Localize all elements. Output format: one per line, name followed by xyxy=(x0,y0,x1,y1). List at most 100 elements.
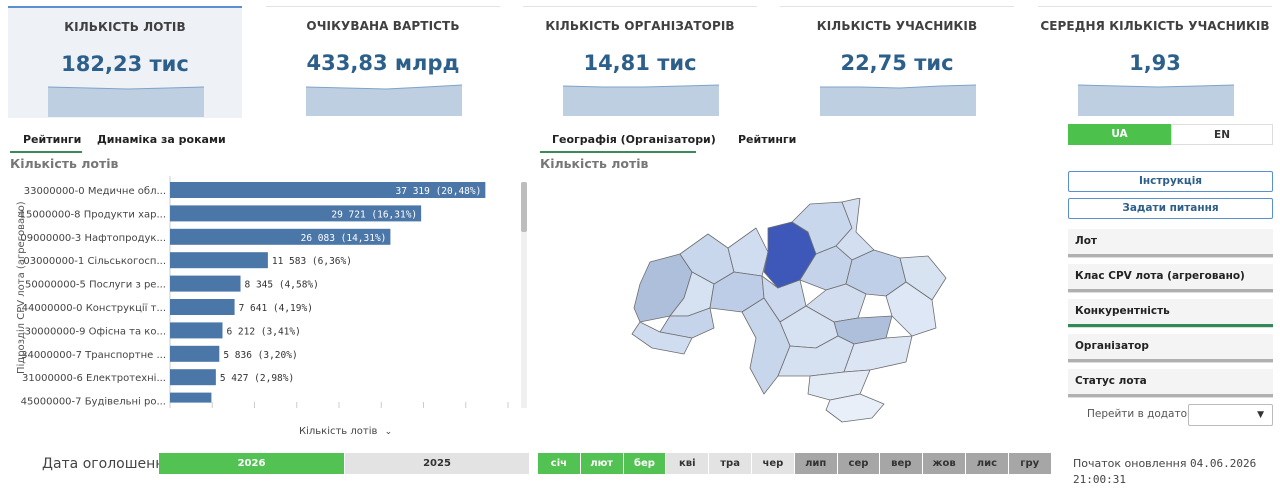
timeline-month-4[interactable]: кві xyxy=(666,453,710,474)
left-section-title: Кількість лотів xyxy=(10,156,119,171)
filter-lot-status[interactable]: Статус лота xyxy=(1068,369,1273,398)
kpi-participants-card[interactable]: КІЛЬКІСТЬ УЧАСНИКІВ 22,75 тис xyxy=(780,6,1014,118)
data-label: 26 083 (14,31%) xyxy=(301,233,387,244)
bar[interactable] xyxy=(170,322,223,339)
tab-active-indicator xyxy=(10,151,82,153)
timeline-month-8[interactable]: сер xyxy=(837,453,881,474)
category-label: 50000000-5 Послуги з ре... xyxy=(25,280,166,291)
filter-lot[interactable]: Лот xyxy=(1068,229,1273,258)
tab-ratings-right[interactable]: Рейтинги xyxy=(738,133,796,146)
data-label: 6 212 (3,41%) xyxy=(226,326,300,337)
bar[interactable] xyxy=(170,369,216,386)
filter-cpv-class[interactable]: Клас CPV лота (агреговано) xyxy=(1068,264,1273,293)
kpi-lots-card[interactable]: КІЛЬКІСТЬ ЛОТІВ 182,23 тис xyxy=(8,6,242,118)
tab-active-indicator xyxy=(540,151,696,153)
category-label: 15000000-8 Продукти хар... xyxy=(20,209,166,220)
lang-en-button[interactable]: EN xyxy=(1171,124,1273,145)
kpi-organizers-card[interactable]: КІЛЬКІСТЬ ОРГАНІЗАТОРІВ 14,81 тис xyxy=(523,6,757,118)
timeline-year-2025[interactable]: 2025 xyxy=(345,453,530,474)
bar[interactable] xyxy=(170,345,220,362)
data-label: 5 427 (2,98%) xyxy=(220,373,294,384)
filter-label: Клас CPV лота (агреговано) xyxy=(1075,270,1245,282)
timeline-month-10[interactable]: жов xyxy=(923,453,966,474)
lang-ua-button[interactable]: UA xyxy=(1068,124,1171,145)
update-info: Початок оновлення 04.06.2026 21:00:31 xyxy=(1073,456,1273,488)
kpi-title: СЕРЕДНЯ КІЛЬКІСТЬ УЧАСНИКІВ xyxy=(1040,19,1270,33)
kpi-value: 182,23 тис xyxy=(61,52,189,76)
kpi-sparkline xyxy=(306,84,462,116)
category-label: 03000000-1 Сільськогосп... xyxy=(23,255,166,267)
data-label: 37 319 (20,48%) xyxy=(396,186,482,197)
filter-label: Статус лота xyxy=(1075,375,1147,387)
filter-label: Конкурентність xyxy=(1075,305,1170,317)
category-label: 30000000-9 Офісна та ко... xyxy=(25,325,166,337)
dashboard: КІЛЬКІСТЬ ЛОТІВ 182,23 тис ОЧІКУВАНА ВАР… xyxy=(0,0,1280,498)
kpi-sparkline xyxy=(563,84,719,116)
category-label: 45000000-7 Будівельні ро... xyxy=(21,396,166,408)
x-axis-title[interactable]: Кількість лотів ⌄ xyxy=(299,426,392,437)
category-label: 34000000-7 Транспортне ... xyxy=(21,350,166,361)
tab-geography[interactable]: Географія (Організатори) xyxy=(552,133,716,146)
filter-organizer[interactable]: Організатор xyxy=(1068,334,1273,363)
goto-app-select[interactable]: ▼ xyxy=(1188,404,1273,426)
kpi-sparkline xyxy=(48,86,204,117)
kpi-title: КІЛЬКІСТЬ ЛОТІВ xyxy=(64,20,186,34)
bar[interactable] xyxy=(170,299,235,315)
bar-chart: 33000000-0 Медичне обл... 37 319 (20,48%)… xyxy=(20,176,527,408)
bar[interactable] xyxy=(170,252,268,269)
timeline-month-6[interactable]: чер xyxy=(752,453,795,474)
filter-bar xyxy=(1068,359,1273,362)
category-label: 44000000-0 Конструкції т... xyxy=(22,302,166,314)
tab-dynamics[interactable]: Динаміка за роками xyxy=(97,133,226,146)
category-label: 31000000-6 Електротехні... xyxy=(22,372,166,384)
kpi-value: 1,93 xyxy=(1129,51,1181,75)
x-axis-title-text: Кількість лотів xyxy=(299,426,378,437)
ask-question-button[interactable]: Задати питання xyxy=(1068,198,1273,219)
data-label: 8 345 (4,58%) xyxy=(245,280,319,291)
chevron-down-icon: ⌄ xyxy=(384,427,393,437)
kpi-sparkline xyxy=(1078,84,1234,116)
map-region-zhytomyr[interactable] xyxy=(727,227,769,277)
update-time: 21:00:31 xyxy=(1073,473,1126,486)
kpi-value: 433,83 млрд xyxy=(306,51,460,75)
filter-bar xyxy=(1068,324,1273,327)
filter-competitiveness[interactable]: Конкурентність xyxy=(1068,299,1273,328)
timeline-month-11[interactable]: лис xyxy=(966,453,1009,474)
data-label: 29 721 (16,31%) xyxy=(331,209,417,220)
filter-label: Лот xyxy=(1075,235,1098,247)
bar[interactable] xyxy=(170,392,212,403)
timeline-month-9[interactable]: вер xyxy=(880,453,924,474)
right-section-title: Кількість лотів xyxy=(540,156,649,171)
bar[interactable] xyxy=(170,275,241,292)
filter-bar xyxy=(1068,289,1273,292)
caret-down-icon: ▼ xyxy=(1257,410,1264,420)
kpi-avg-participants-card[interactable]: СЕРЕДНЯ КІЛЬКІСТЬ УЧАСНИКІВ 1,93 xyxy=(1038,6,1272,118)
update-label: Початок оновлення xyxy=(1073,457,1187,470)
data-label: 5 836 (3,20%) xyxy=(223,350,297,361)
timeline-label: Дата оголошення xyxy=(42,456,173,472)
timeline-month-12[interactable]: гру xyxy=(1008,453,1052,474)
kpi-value: 22,75 тис xyxy=(840,51,954,75)
timeline-month-3[interactable]: бер xyxy=(623,453,667,474)
kpi-sparkline xyxy=(820,84,976,116)
data-label: 7 641 (4,19%) xyxy=(239,303,313,314)
timeline-month-7[interactable]: лип xyxy=(794,453,838,474)
filter-bar xyxy=(1068,254,1273,257)
timeline-month-1[interactable]: січ xyxy=(538,453,581,474)
goto-app-label: Перейти в додаток xyxy=(1087,408,1194,420)
tab-ratings[interactable]: Рейтинги xyxy=(23,133,81,146)
category-label: 33000000-0 Медичне обл... xyxy=(24,186,166,197)
data-label: 11 583 (6,36%) xyxy=(272,256,352,267)
timeline-month-5[interactable]: тра xyxy=(709,453,752,474)
update-date: 04.06.2026 xyxy=(1189,457,1257,470)
category-label: 09000000-3 Нафтопродук... xyxy=(20,233,166,244)
instruction-button[interactable]: Інструкція xyxy=(1068,171,1273,192)
timeline-year-2026[interactable]: 2026 xyxy=(159,453,345,474)
lang-en-label: EN xyxy=(1214,129,1230,141)
kpi-value-card[interactable]: ОЧІКУВАНА ВАРТІСТЬ 433,83 млрд xyxy=(266,6,500,118)
timeline-month-2[interactable]: лют xyxy=(580,453,624,474)
kpi-value: 14,81 тис xyxy=(583,51,697,75)
kpi-title: ОЧІКУВАНА ВАРТІСТЬ xyxy=(306,19,460,33)
kpi-title: КІЛЬКІСТЬ ОРГАНІЗАТОРІВ xyxy=(545,19,735,33)
ukraine-map[interactable] xyxy=(630,198,970,424)
